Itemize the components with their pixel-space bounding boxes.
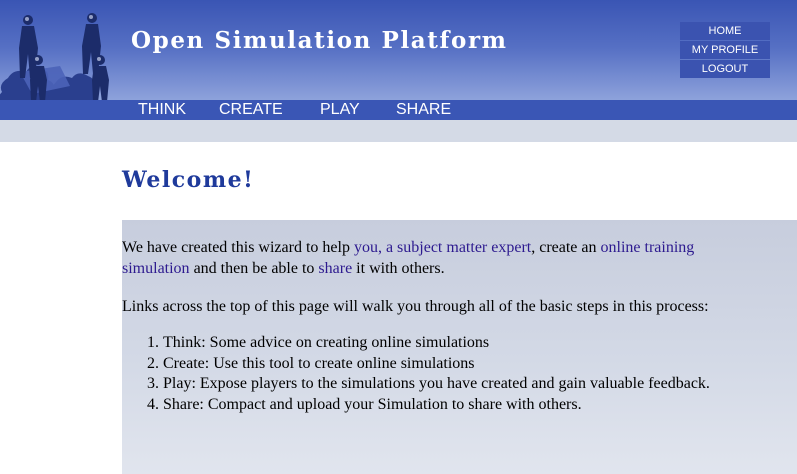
- logout-link[interactable]: LOGOUT: [680, 60, 770, 78]
- nav-create[interactable]: CREATE: [219, 100, 283, 120]
- step-create: Create: Use this tool to create online s…: [163, 354, 710, 375]
- links-paragraph: Links across the top of this page will w…: [122, 298, 709, 315]
- content-panel: We have created this wizard to help you,…: [122, 220, 797, 474]
- step-think: Think: Some advice on creating online si…: [163, 333, 710, 354]
- my-profile-link[interactable]: MY PROFILE: [680, 41, 770, 59]
- step-play: Play: Expose players to the simulations …: [163, 374, 710, 395]
- page-title: Welcome!: [122, 167, 255, 193]
- site-title: Open Simulation Platform: [131, 27, 508, 54]
- site-header: Open Simulation Platform HOME MY PROFILE…: [0, 0, 797, 120]
- nav-share[interactable]: SHARE: [396, 100, 451, 120]
- home-link[interactable]: HOME: [680, 22, 770, 40]
- intro-text: , create an: [531, 239, 601, 256]
- nav-play[interactable]: PLAY: [320, 100, 360, 120]
- step-share: Share: Compact and upload your Simulatio…: [163, 395, 710, 416]
- user-menu: HOME MY PROFILE LOGOUT: [680, 22, 770, 79]
- intro-paragraph: We have created this wizard to help you,…: [122, 237, 694, 279]
- nav-think[interactable]: THINK: [138, 100, 186, 120]
- share-link[interactable]: share: [318, 260, 352, 277]
- subject-matter-expert-link[interactable]: you, a subject matter expert: [354, 239, 531, 256]
- intro-text: We have created this wizard to help: [122, 239, 354, 256]
- steps-list: Think: Some advice on creating online si…: [122, 333, 710, 415]
- online-training-link[interactable]: online training: [601, 239, 695, 256]
- intro-text: and then be able to: [189, 260, 319, 277]
- simulation-link[interactable]: simulation: [122, 260, 190, 277]
- main-nav: THINK CREATE PLAY SHARE: [0, 100, 797, 120]
- intro-text: it with others.: [352, 260, 445, 277]
- header-divider-strip: [0, 120, 797, 142]
